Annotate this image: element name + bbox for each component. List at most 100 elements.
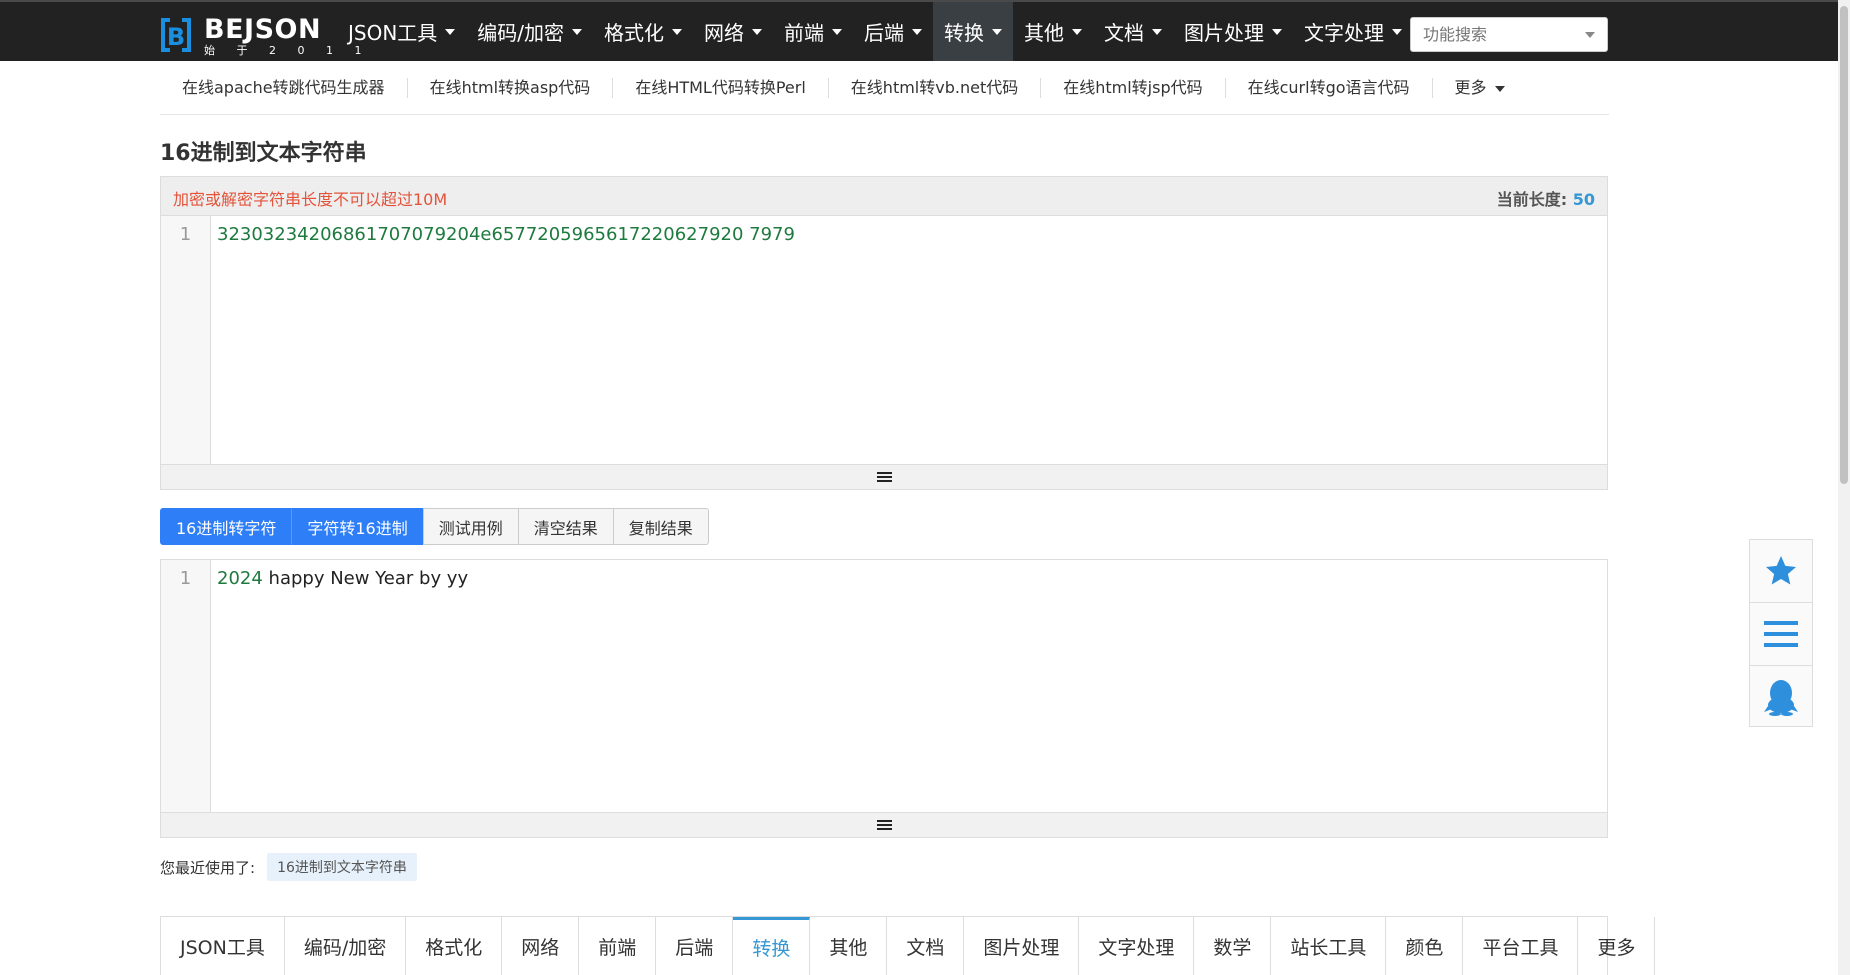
page-scrollbar-thumb[interactable] (1840, 6, 1848, 484)
menu-button[interactable] (1750, 603, 1812, 666)
caret-down-icon (1494, 85, 1505, 92)
category-tab[interactable]: 其他 (810, 917, 888, 975)
clear-result-button[interactable]: 清空结果 (517, 508, 614, 545)
category-tab[interactable]: 数学 (1194, 917, 1272, 975)
input-editor[interactable]: 1 32303234206861707079204e65772059656172… (161, 216, 1607, 464)
favorite-button[interactable] (1750, 540, 1812, 603)
length-value: 50 (1572, 190, 1595, 209)
star-icon (1766, 556, 1796, 585)
test-case-button[interactable]: 测试用例 (422, 508, 519, 545)
caret-down-icon (1392, 28, 1403, 35)
category-tabs: JSON工具 编码/加密 格式化 网络 前端 后端 转换 其他 文档 图片处理 文字处理 数学 站长工具… (160, 916, 1656, 975)
logo-mark-letter: B (167, 23, 185, 51)
search-input[interactable] (1421, 18, 1585, 51)
string-to-hex-button[interactable]: 字符转16进制 (291, 508, 424, 545)
category-tab[interactable]: 格式化 (406, 917, 503, 975)
nav-item-label: 文档 (1104, 21, 1145, 45)
function-search[interactable] (1410, 17, 1608, 52)
subnav-link[interactable]: 在线HTML代码转换Perl (613, 78, 829, 98)
output-code[interactable]: 2024 happy New Year by yy (211, 560, 1607, 812)
side-float-toolbar (1749, 539, 1813, 727)
input-resize-handle[interactable] (161, 464, 1607, 489)
caret-down-icon (832, 28, 843, 35)
nav-item-5[interactable]: 后端 (853, 2, 933, 61)
brand-name: BEJSON (204, 14, 322, 45)
subnav-link[interactable]: 在线curl转go语言代码 (1226, 78, 1433, 98)
category-tab[interactable]: 图片处理 (964, 917, 1080, 975)
top-navbar: B BEJSON 始 于 2 0 1 1 JSON工具 编码/加密 格式化 网络 前端 后… (0, 0, 1850, 61)
subnav-link[interactable]: 在线html转jsp代码 (1041, 78, 1226, 98)
caret-down-icon (1072, 28, 1083, 35)
category-tab[interactable]: 网络 (502, 917, 580, 975)
qq-button[interactable] (1750, 666, 1812, 728)
nav-item-label: 前端 (784, 21, 825, 45)
nav-item-8[interactable]: 文档 (1093, 2, 1173, 61)
nav-item-7[interactable]: 其他 (1013, 2, 1093, 61)
subnav-link[interactable]: 在线apache转跳代码生成器 (160, 78, 408, 98)
main-nav: JSON工具 编码/加密 格式化 网络 前端 后端 转换 其他 文档 图片处理 文字处理 (337, 2, 1413, 61)
action-buttons: 16进制转字符 字符转16进制 测试用例 清空结果 复制结果 (160, 508, 709, 545)
category-tab[interactable]: 站长工具 (1271, 917, 1387, 975)
brand-logo[interactable]: B BEJSON 始 于 2 0 1 1 (158, 14, 361, 57)
subnav-more[interactable]: 更多 (1433, 78, 1527, 98)
caret-down-icon (1152, 28, 1163, 35)
category-tab[interactable]: 转换 (733, 917, 811, 975)
category-tab[interactable]: 后端 (656, 917, 734, 975)
nav-item-0[interactable]: JSON工具 (337, 2, 466, 61)
category-tab[interactable]: JSON工具 (161, 917, 285, 975)
recently-used: 您最近使用了: 16进制到文本字符串 (160, 853, 417, 881)
hex-to-string-button[interactable]: 16进制转字符 (160, 508, 293, 545)
recent-label: 您最近使用了: (160, 858, 256, 877)
nav-item-9[interactable]: 图片处理 (1173, 2, 1293, 61)
nav-item-label: 其他 (1024, 21, 1065, 45)
page-title: 16进制到文本字符串 (160, 141, 367, 166)
output-editor[interactable]: 1 2024 happy New Year by yy (161, 560, 1607, 812)
nav-item-1[interactable]: 编码/加密 (466, 2, 593, 61)
caret-down-icon (752, 28, 763, 35)
category-tab[interactable]: 文字处理 (1079, 917, 1195, 975)
caret-down-icon (672, 28, 683, 35)
grip-icon (876, 471, 892, 483)
output-panel: 1 2024 happy New Year by yy (160, 559, 1608, 838)
nav-item-label: 网络 (704, 21, 745, 45)
length-label: 当前长度: (1496, 190, 1568, 209)
nav-item-3[interactable]: 网络 (693, 2, 773, 61)
nav-item-10[interactable]: 文字处理 (1293, 2, 1413, 61)
output-resize-handle[interactable] (161, 812, 1607, 837)
caret-down-icon (912, 28, 923, 35)
menu-icon (1764, 621, 1798, 647)
logo-mark-icon: B (161, 18, 191, 52)
input-panel: 加密或解密字符串长度不可以超过10M 当前长度: 50 1 3230323420… (160, 176, 1608, 490)
chevron-down-icon[interactable] (1585, 32, 1595, 38)
line-number: 1 (161, 216, 211, 464)
qq-penguin-icon (1764, 680, 1798, 716)
subnav-link[interactable]: 在线html转换asp代码 (408, 78, 614, 98)
category-tab[interactable]: 更多 (1578, 917, 1656, 975)
category-tab[interactable]: 颜色 (1386, 917, 1464, 975)
category-tab[interactable]: 编码/加密 (285, 917, 407, 975)
nav-item-label: JSON工具 (348, 21, 438, 45)
nav-item-4[interactable]: 前端 (773, 2, 853, 61)
line-number: 1 (161, 560, 211, 812)
nav-item-6[interactable]: 转换 (933, 2, 1014, 61)
nav-item-label: 图片处理 (1184, 21, 1265, 45)
nav-item-label: 编码/加密 (477, 21, 565, 45)
recent-tag[interactable]: 16进制到文本字符串 (267, 853, 417, 881)
input-code[interactable]: 32303234206861707079204e6577205965617220… (211, 216, 1607, 464)
caret-down-icon (572, 28, 583, 35)
current-length: 当前长度: 50 (1497, 186, 1595, 210)
category-tab[interactable]: 平台工具 (1463, 917, 1579, 975)
nav-item-label: 后端 (864, 21, 905, 45)
output-text: happy New Year by yy (262, 568, 469, 589)
output-number: 2024 (217, 568, 263, 589)
nav-item-label: 格式化 (604, 21, 665, 45)
category-tab[interactable]: 前端 (579, 917, 657, 975)
nav-item-2[interactable]: 格式化 (593, 2, 693, 61)
input-panel-header: 加密或解密字符串长度不可以超过10M 当前长度: 50 (161, 177, 1607, 216)
caret-down-icon (1272, 28, 1283, 35)
caret-down-icon (992, 28, 1003, 35)
caret-down-icon (445, 28, 456, 35)
category-tab[interactable]: 文档 (887, 917, 965, 975)
subnav-link[interactable]: 在线html转vb.net代码 (829, 78, 1042, 98)
copy-result-button[interactable]: 复制结果 (612, 508, 709, 545)
